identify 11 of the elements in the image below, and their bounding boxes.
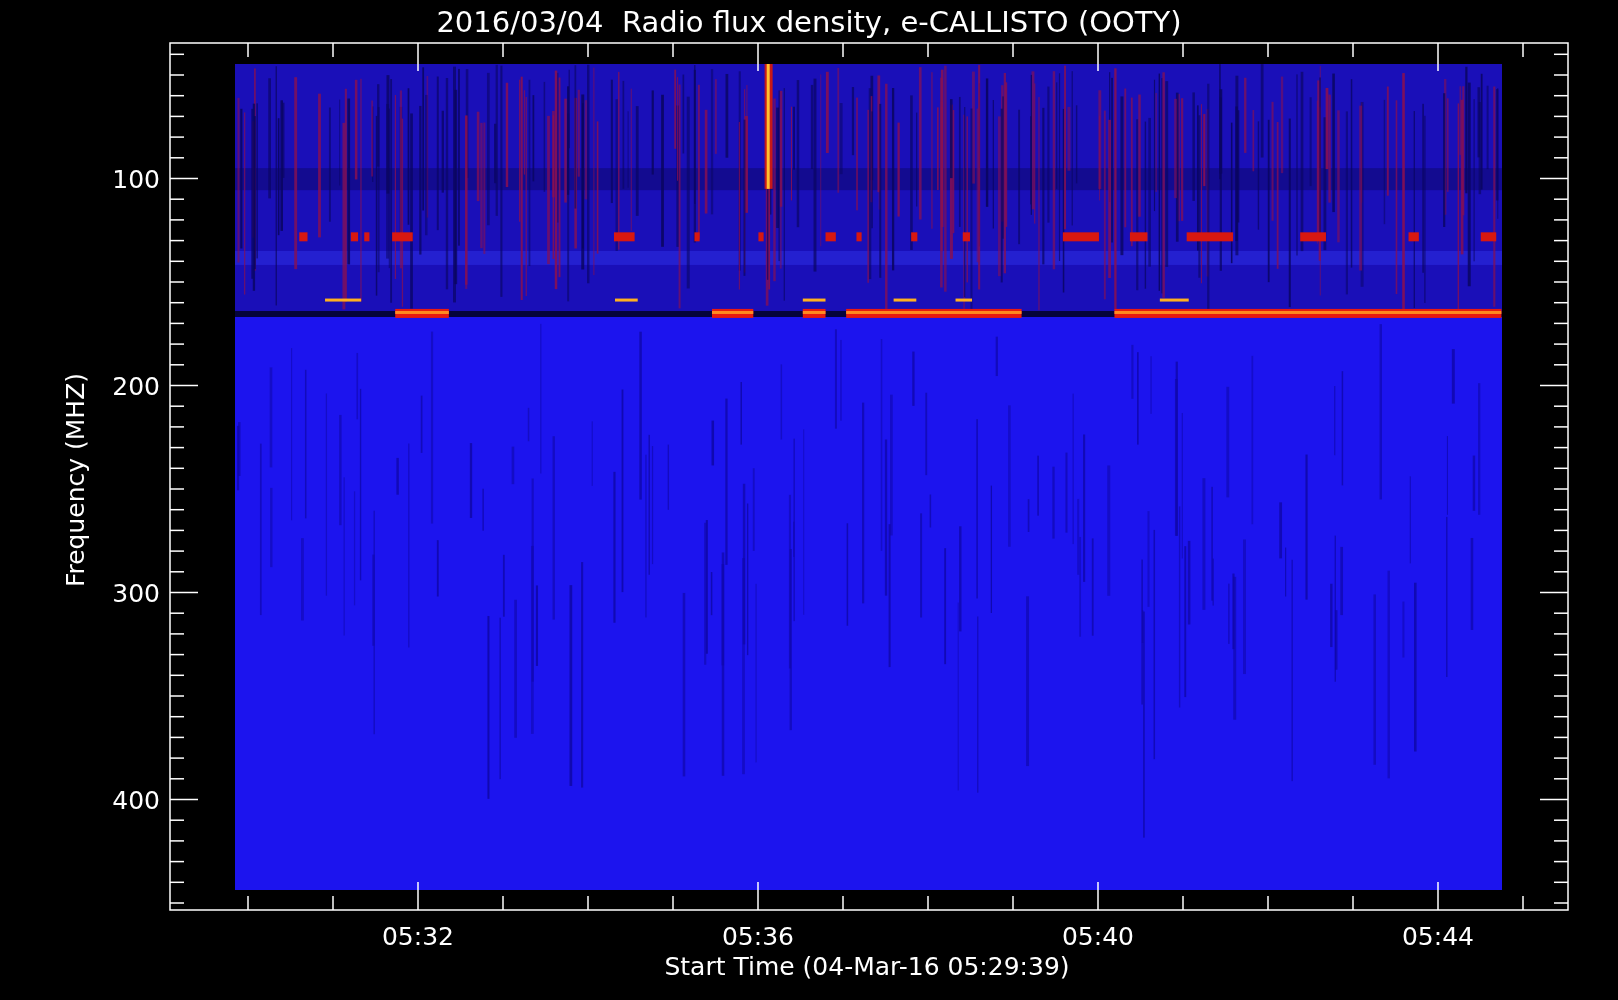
y-axis-label: Frequency (MHZ) bbox=[61, 372, 90, 588]
x-tick-label: 05:44 bbox=[1402, 922, 1474, 951]
y-tick-label: 400 bbox=[112, 785, 160, 815]
x-tick-label: 05:32 bbox=[382, 922, 454, 951]
x-axis-label: Start Time (04-Mar-16 05:29:39) bbox=[664, 952, 1070, 981]
y-tick-label: 200 bbox=[112, 371, 160, 401]
x-tick-label: 05:36 bbox=[722, 922, 794, 951]
y-tick-label: 300 bbox=[112, 578, 160, 608]
y-tick-label: 100 bbox=[112, 164, 160, 194]
chart-title: 2016/03/04 Radio flux density, e-CALLISTO (OOTY) bbox=[436, 5, 1182, 39]
x-tick-label: 05:40 bbox=[1062, 922, 1134, 951]
